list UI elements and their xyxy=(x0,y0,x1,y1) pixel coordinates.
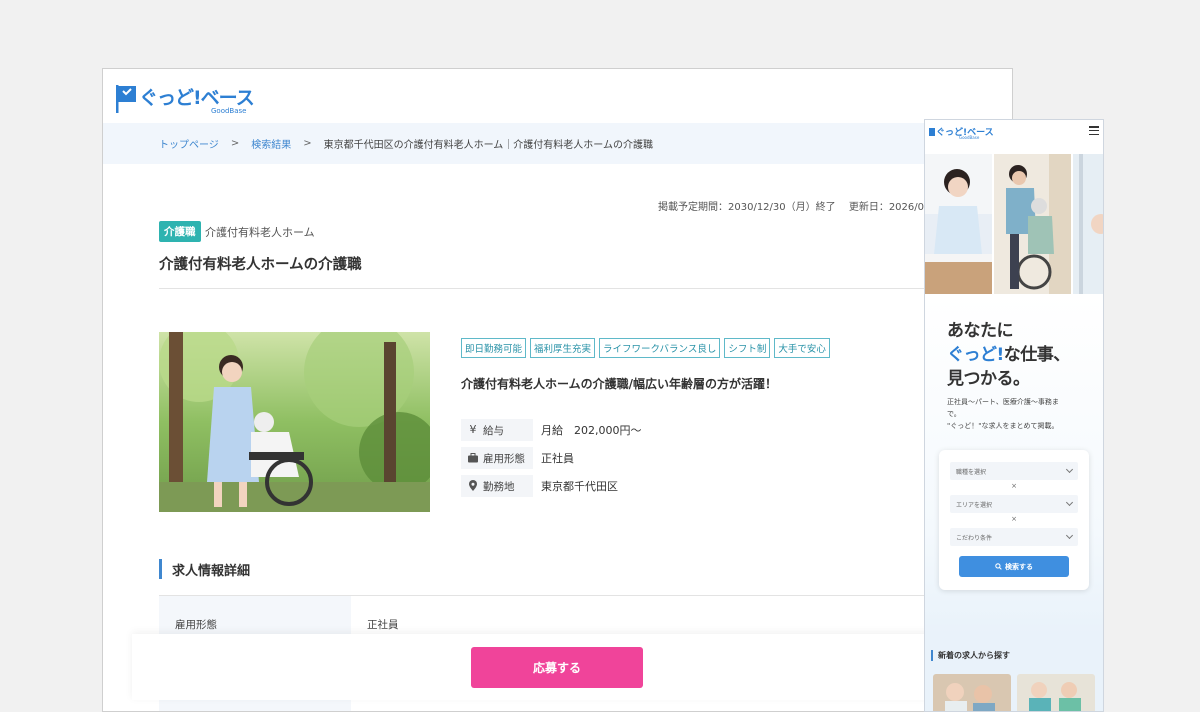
posting-meta: 掲載予定期間：2030/12/30（月）終了 更新日：2026/08/20 xyxy=(658,202,947,213)
conditions-select[interactable]: こだわり条件 xyxy=(950,528,1078,546)
breadcrumb-separator: > xyxy=(303,138,312,149)
feature-tag: 大手で安心 xyxy=(774,338,830,358)
search-icon xyxy=(995,563,1002,570)
logo-text: ぐっど!ベース xyxy=(139,87,255,109)
hero-line-1: あなたに xyxy=(947,321,1014,341)
employment-label: 雇用形態 xyxy=(483,452,525,465)
flag-logo-icon xyxy=(929,128,935,136)
breadcrumb-home-link[interactable]: トップページ xyxy=(159,136,219,151)
site-logo[interactable]: ぐっど!ベース GoodBase xyxy=(115,83,255,117)
hamburger-menu-icon[interactable] xyxy=(1089,126,1099,135)
employment-row: 雇用形態 正社員 xyxy=(461,447,761,469)
salary-label: 給与 xyxy=(483,424,504,437)
hero-line-2: ぐっど!な仕事、 xyxy=(947,345,1070,365)
salary-value: 月給 202,000円〜 xyxy=(541,424,642,437)
divider xyxy=(159,288,1012,289)
location-value: 東京都千代田区 xyxy=(541,480,618,493)
briefcase-icon xyxy=(468,453,478,463)
times-separator: × xyxy=(1011,515,1017,523)
yen-icon: ¥ xyxy=(469,423,477,436)
feature-tag: 即日勤務可能 xyxy=(461,338,527,358)
new-jobs-section: 新着の求人から探す xyxy=(925,634,1103,711)
chevron-down-icon xyxy=(1065,498,1074,507)
breadcrumb-current: 東京都千代田区の介護付有料老人ホーム｜介護付有料老人ホームの介護職 xyxy=(323,140,653,151)
caregiver-photo xyxy=(994,154,1072,294)
mobile-logo[interactable]: ぐっど!ベース GoodBase xyxy=(929,125,994,140)
mobile-hero-photos xyxy=(925,154,1103,294)
chevron-down-icon xyxy=(1065,531,1074,540)
job-headline: 介護付有料老人ホームの介護職/幅広い年齢層の方が活躍！ xyxy=(461,377,778,391)
mobile-window: ぐっど!ベース GoodBase あなたに ぐっど!な仕事、 見つかる。 正社員… xyxy=(924,119,1104,712)
employment-value: 正社員 xyxy=(541,452,574,465)
category-badge: 介護職 xyxy=(159,221,201,242)
job-title: 介護付有料老人ホームの介護職 xyxy=(159,257,362,273)
map-pin-icon xyxy=(469,480,477,491)
salary-row: ¥ 給与 月給 202,000円〜 xyxy=(461,419,761,441)
detail-value: 正社員 xyxy=(367,619,399,631)
hero-description: で。 xyxy=(947,410,961,418)
feature-tag: ライフワークバランス良し xyxy=(599,338,721,358)
feature-tags: 即日勤務可能 福利厚生充実 ライフワークバランス良し シフト制 大手で安心 xyxy=(461,338,830,358)
detail-section-title: 求人情報詳細 xyxy=(159,559,250,579)
feature-tag: シフト制 xyxy=(724,338,771,358)
mobile-photo-third xyxy=(1073,154,1103,294)
facility-type: 介護付有料老人ホーム xyxy=(205,226,315,239)
job-photo xyxy=(159,332,430,512)
breadcrumb-separator: > xyxy=(230,138,240,149)
apply-bar: 応募する xyxy=(132,634,1002,700)
apply-button[interactable]: 応募する xyxy=(471,647,643,688)
times-separator: × xyxy=(1011,482,1017,490)
mobile-search-button[interactable]: 検索する xyxy=(959,556,1069,577)
mobile-search-card: 職種を選択 × エリアを選択 × こだわり条件 検索する xyxy=(939,450,1089,590)
new-jobs-title: 新着の求人から探す xyxy=(931,650,1010,661)
hero-description: 正社員〜パート、医療介護〜事務ま xyxy=(947,398,1059,406)
breadcrumb: トップページ > 検索結果 > 東京都千代田区の介護付有料老人ホーム｜介護付有料… xyxy=(103,123,1012,164)
breadcrumb-results-link[interactable]: 検索結果 xyxy=(251,136,291,151)
mobile-header: ぐっど!ベース GoodBase xyxy=(925,120,1103,154)
flag-logo-icon xyxy=(116,85,136,113)
receptionist-photo xyxy=(925,154,993,294)
chevron-down-icon xyxy=(1065,465,1074,474)
hero-line-3: 見つかる。 xyxy=(947,369,1030,389)
location-row: 勤務地 東京都千代田区 xyxy=(461,475,761,497)
feature-tag: 福利厚生充実 xyxy=(530,338,596,358)
hero-description: "ぐっど！"な求人をまとめて掲載。 xyxy=(947,422,1059,430)
new-job-thumbnail[interactable] xyxy=(933,674,1011,711)
area-select[interactable]: エリアを選択 xyxy=(950,495,1078,513)
logo-subtext: GoodBase xyxy=(211,107,247,115)
nurse-wheelchair-photo xyxy=(159,332,430,512)
occupation-select[interactable]: 職種を選択 xyxy=(950,462,1078,480)
location-label: 勤務地 xyxy=(483,480,515,493)
desktop-window: ぐっど!ベース GoodBase トップページ > 検索結果 > 東京都千代田区… xyxy=(102,68,1013,712)
site-header: ぐっど!ベース GoodBase xyxy=(103,69,1012,123)
new-job-thumbnail[interactable] xyxy=(1017,674,1095,711)
